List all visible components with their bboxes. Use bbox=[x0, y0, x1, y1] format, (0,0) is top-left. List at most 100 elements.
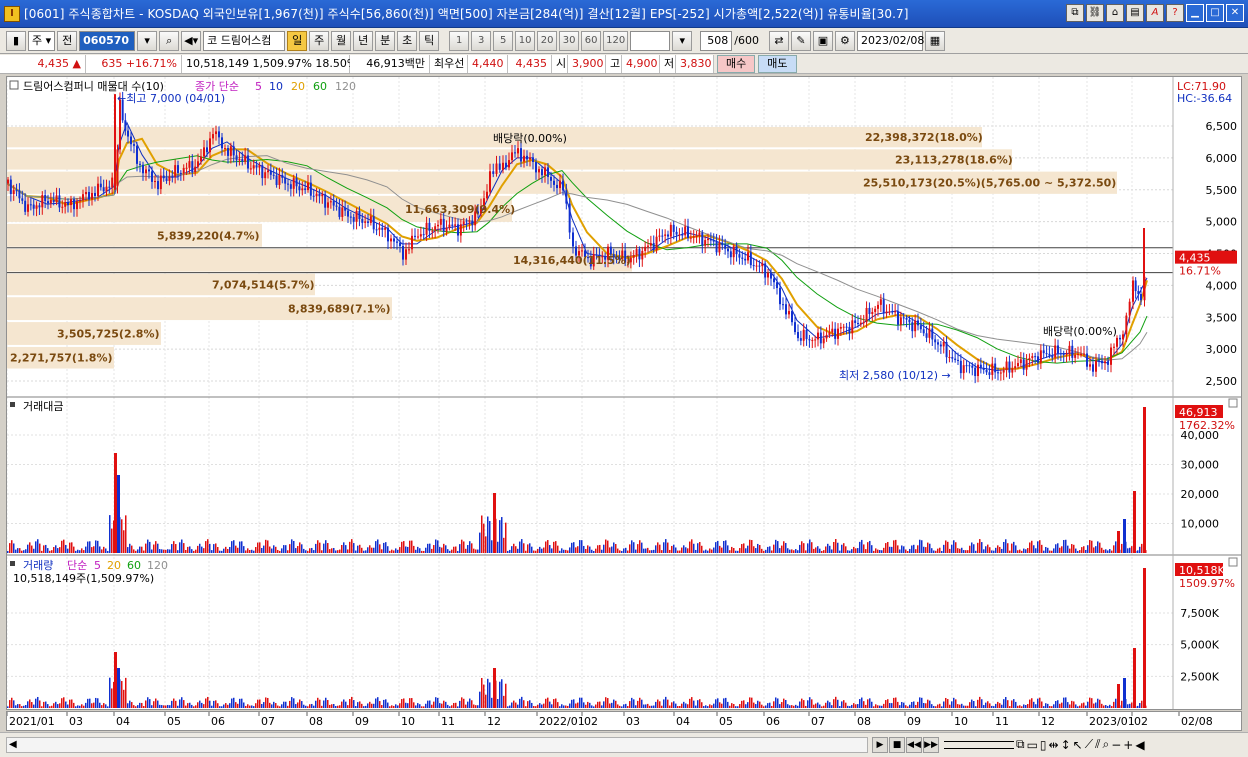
sell-button[interactable]: 매도 bbox=[758, 54, 797, 73]
custom-interval-dropdown-icon[interactable]: ▾ bbox=[672, 30, 693, 51]
draw-tool-icon[interactable]: ⧉ bbox=[1016, 737, 1025, 752]
panel-max-icon[interactable] bbox=[1228, 398, 1238, 408]
tab-minute[interactable]: 분 bbox=[375, 30, 396, 51]
tab-day[interactable]: 일 bbox=[287, 30, 308, 51]
stop-icon[interactable]: ■ bbox=[889, 737, 905, 753]
amount-bar bbox=[165, 549, 167, 553]
interval-1[interactable]: 1 bbox=[449, 30, 470, 51]
text-a-icon[interactable]: A bbox=[1146, 4, 1164, 22]
plus-icon[interactable]: + bbox=[1123, 738, 1133, 752]
candle-body bbox=[38, 205, 41, 208]
amount-bar bbox=[1137, 550, 1139, 553]
zoom-in-icon[interactable]: ⌕ bbox=[1102, 737, 1109, 752]
volume-bar bbox=[233, 697, 235, 708]
print-icon[interactable]: ▤ bbox=[1126, 4, 1144, 22]
amount-bar bbox=[503, 537, 505, 553]
chart-svg[interactable]: 6,5006,0005,5005,0004,5004,0003,5003,000… bbox=[6, 77, 1241, 709]
amount-bar bbox=[53, 547, 55, 553]
amount-bar bbox=[181, 539, 183, 553]
play-icon[interactable]: ▶ bbox=[872, 737, 888, 753]
speaker-icon[interactable]: ◀▾ bbox=[181, 30, 202, 51]
tab-month[interactable]: 월 bbox=[331, 30, 352, 51]
amount-bar bbox=[1081, 547, 1083, 553]
amount-bar bbox=[471, 543, 473, 553]
close-icon[interactable]: ✕ bbox=[1226, 4, 1244, 22]
amount-bar bbox=[339, 549, 341, 553]
tab-tick[interactable]: 틱 bbox=[419, 30, 440, 51]
arrow-icon[interactable]: ↕ bbox=[1061, 738, 1071, 752]
interval-60[interactable]: 60 bbox=[581, 30, 602, 51]
pin-icon[interactable]: ▮ bbox=[6, 30, 26, 51]
candle-body bbox=[747, 252, 749, 261]
count-input[interactable]: 508 bbox=[700, 30, 733, 51]
profile-label: 8,839,689(7.1%) bbox=[288, 303, 391, 316]
candle-body bbox=[879, 299, 882, 305]
zoom-slider[interactable] bbox=[944, 740, 1014, 749]
arrows-icon[interactable]: ⇄ bbox=[768, 30, 789, 51]
amount-bar bbox=[173, 541, 175, 553]
date-input[interactable]: 2023/02/08 bbox=[856, 30, 924, 51]
amount-bar bbox=[1071, 544, 1073, 553]
interval-120[interactable]: 120 bbox=[603, 30, 629, 51]
scroll-right-icon[interactable]: ◀ bbox=[1135, 738, 1144, 752]
tab-week[interactable]: 주 bbox=[309, 30, 330, 51]
amount-bar bbox=[621, 550, 623, 553]
chart-area[interactable]: 6,5006,0005,5005,0004,5004,0003,5003,000… bbox=[6, 76, 1242, 710]
candle-body bbox=[295, 178, 298, 187]
home-icon[interactable]: ⌂ bbox=[1106, 4, 1124, 22]
move-icon[interactable]: ⇹ bbox=[1049, 738, 1059, 752]
minimize-icon[interactable]: ▁ bbox=[1186, 4, 1204, 22]
volume-bar bbox=[281, 704, 283, 708]
calendar-icon[interactable]: ▦ bbox=[924, 30, 945, 51]
gear-icon[interactable]: ⚙ bbox=[834, 30, 855, 51]
save-icon[interactable]: ▣ bbox=[812, 30, 833, 51]
volume-bar bbox=[473, 704, 475, 708]
buy-button[interactable]: 매수 bbox=[717, 54, 756, 73]
stock-code-input[interactable]: 060570 bbox=[79, 30, 136, 51]
interval-3[interactable]: 3 bbox=[471, 30, 492, 51]
candle-body bbox=[1014, 366, 1017, 369]
tools-icon[interactable]: ✎ bbox=[790, 30, 811, 51]
interval-10[interactable]: 10 bbox=[515, 30, 536, 51]
amount-bar bbox=[567, 550, 569, 553]
stock-name-field[interactable]: 코 드림어스컴 bbox=[203, 30, 286, 51]
amount-bar bbox=[939, 547, 941, 553]
volume-bar bbox=[563, 705, 565, 708]
step-forward-icon[interactable]: ▶▶ bbox=[923, 737, 939, 753]
maximize-icon[interactable]: □ bbox=[1206, 4, 1224, 22]
volume-bar bbox=[337, 705, 339, 708]
candle-body bbox=[364, 221, 367, 223]
step-back-icon[interactable]: ◀◀ bbox=[906, 737, 922, 753]
link-icon[interactable]: ⛓ bbox=[1086, 4, 1104, 22]
prev-button[interactable]: 전 bbox=[57, 30, 78, 51]
amount-bar bbox=[313, 550, 315, 553]
period-select[interactable]: 주 ▾ bbox=[28, 30, 56, 51]
tab-year[interactable]: 년 bbox=[353, 30, 374, 51]
interval-5[interactable]: 5 bbox=[493, 30, 514, 51]
cursor-icon[interactable]: ↖ bbox=[1073, 738, 1083, 752]
custom-interval-input[interactable] bbox=[630, 30, 671, 51]
channel-icon[interactable]: ⫽ bbox=[1095, 737, 1100, 752]
code-dropdown-icon[interactable]: ▾ bbox=[137, 30, 158, 51]
panel-max-icon[interactable] bbox=[1228, 557, 1238, 567]
line-icon[interactable]: ⟋ bbox=[1085, 737, 1093, 752]
volume-bar bbox=[253, 706, 255, 708]
volume-bar bbox=[114, 652, 117, 708]
horizontal-scrollbar[interactable]: ◀ bbox=[6, 737, 868, 753]
amount-bar bbox=[475, 549, 477, 553]
interval-30[interactable]: 30 bbox=[559, 30, 580, 51]
scroll-left-icon[interactable]: ◀ bbox=[9, 739, 17, 750]
candle-body bbox=[227, 148, 229, 156]
split-icon[interactable]: ▯ bbox=[1040, 738, 1047, 752]
tab-second[interactable]: 초 bbox=[397, 30, 418, 51]
candle-body bbox=[459, 224, 462, 236]
amount-bar bbox=[335, 550, 337, 553]
interval-20[interactable]: 20 bbox=[537, 30, 558, 51]
layout-icon[interactable]: ▭ bbox=[1027, 738, 1038, 752]
search-icon[interactable]: ⌕ bbox=[159, 30, 180, 51]
volume-bar bbox=[811, 699, 813, 708]
minus-icon[interactable]: − bbox=[1111, 738, 1121, 752]
restore-icon[interactable]: ⧉ bbox=[1066, 4, 1084, 22]
help-icon[interactable]: ? bbox=[1166, 4, 1184, 22]
amount-bar bbox=[423, 550, 425, 553]
